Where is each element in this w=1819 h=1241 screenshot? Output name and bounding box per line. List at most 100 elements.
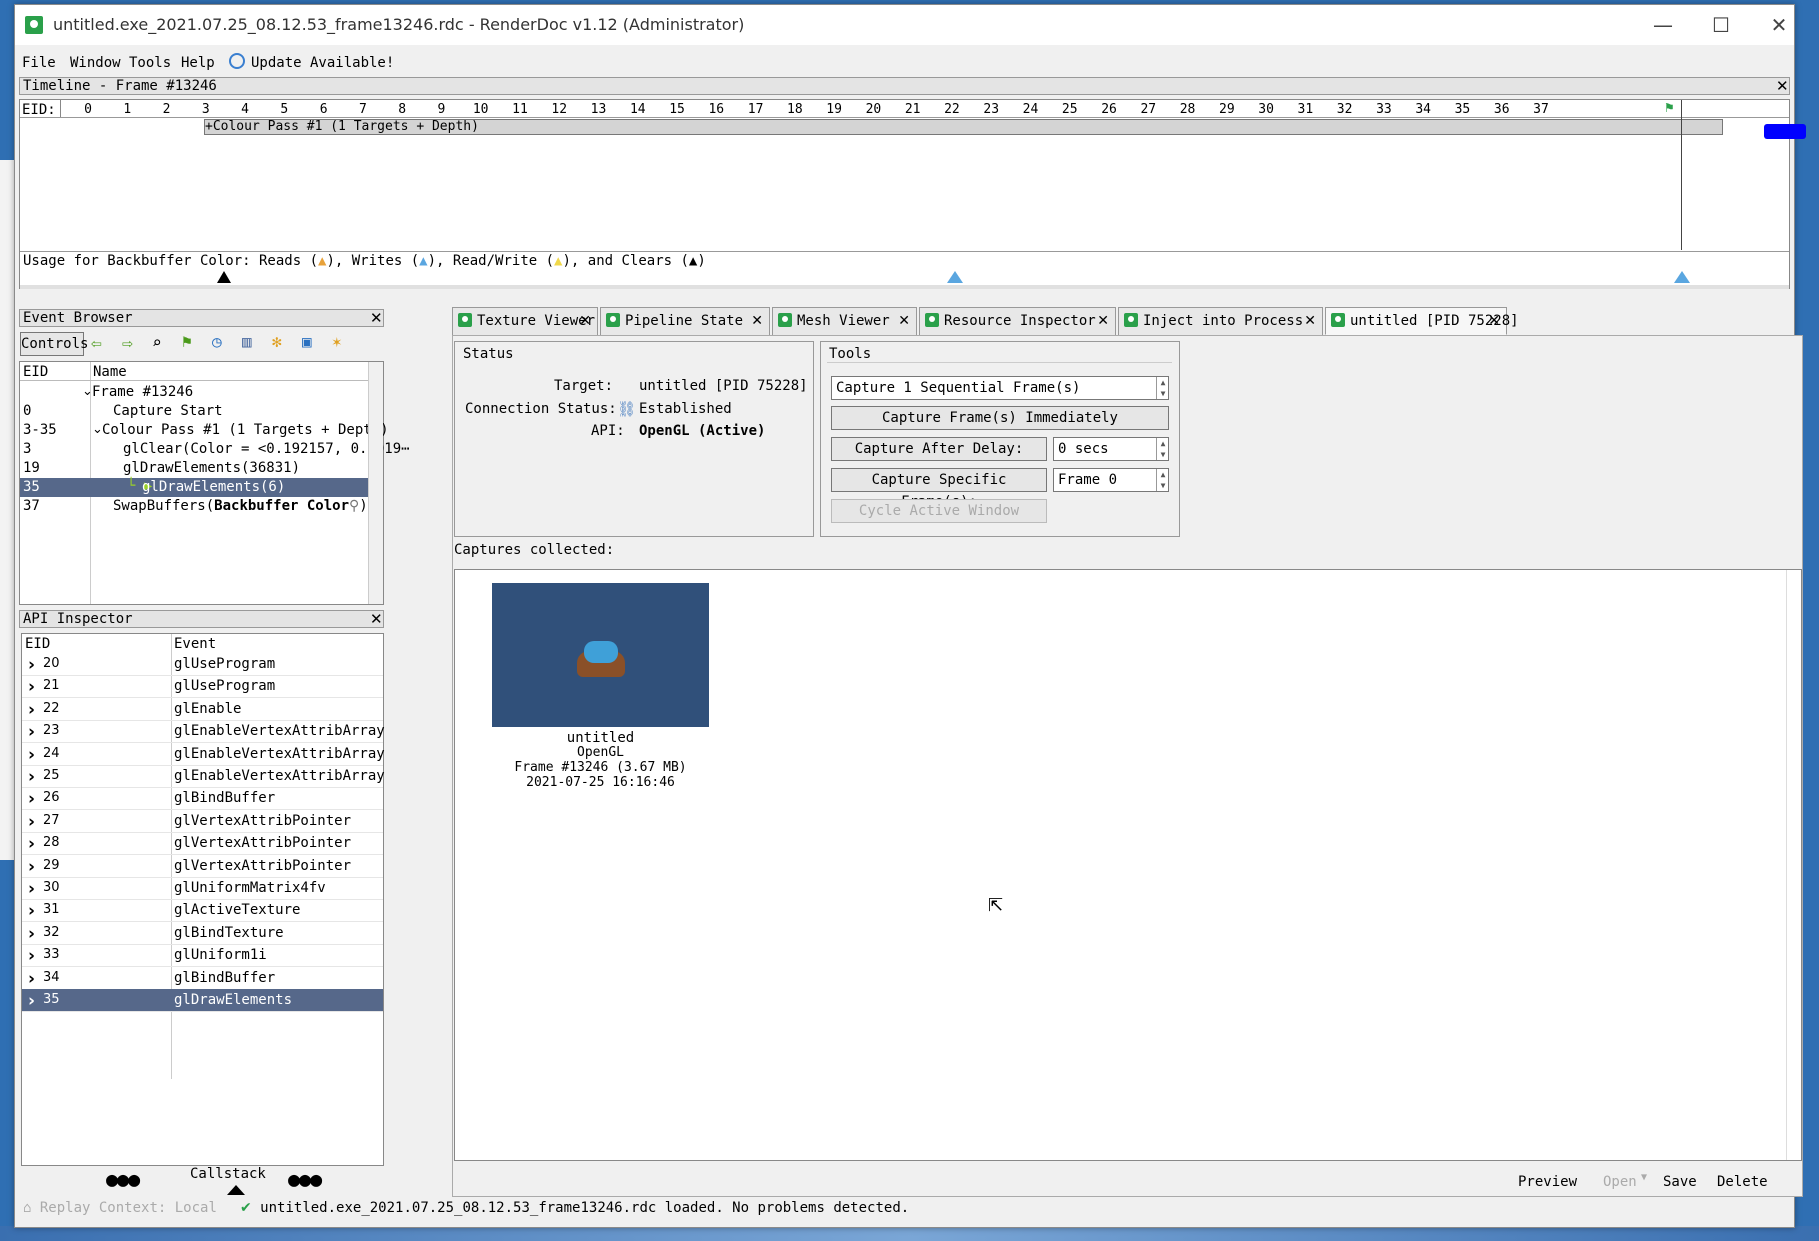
menu-update-available[interactable]: Update Available!	[251, 55, 394, 71]
event-row[interactable]: 0 Capture Start	[20, 402, 370, 421]
api-row[interactable]: › 34 glBindBuffer	[22, 967, 383, 990]
timeline-tick[interactable]: 34	[1413, 102, 1433, 117]
expand-chevron-icon[interactable]: ›	[28, 655, 35, 675]
back-arrow-icon[interactable]: ⇦	[91, 333, 102, 354]
api-row[interactable]: › 33 glUniform1i	[22, 944, 383, 968]
timeline-scrollbar[interactable]	[20, 285, 1789, 289]
capture-specific-frames-button[interactable]: Capture Specific Frame(s):	[831, 468, 1047, 510]
close-tab-icon[interactable]: ✕	[898, 308, 910, 334]
controls-button[interactable]: Controls	[20, 332, 88, 356]
settings-gear-icon[interactable]: ✻	[272, 332, 282, 351]
api-row[interactable]: › 24 glEnableVertexAttribArray	[22, 743, 385, 766]
forward-arrow-icon[interactable]: ⇨	[122, 333, 133, 354]
replay-context-label[interactable]: ⌂ Replay Context: Local	[23, 1200, 217, 1216]
expand-chevron-icon[interactable]: ›	[28, 789, 35, 809]
specific-frame-input[interactable]: Frame 0	[1053, 468, 1169, 492]
timeline-tick[interactable]: 23	[981, 102, 1001, 117]
timeline-tick[interactable]: 20	[863, 102, 883, 117]
event-row[interactable]: ⌄ Frame #13246	[20, 383, 370, 402]
tab-untitled-pid[interactable]: untitled [PID 75228] ✕	[1325, 307, 1519, 335]
event-resource-name[interactable]: Backbuffer Color	[214, 498, 349, 514]
expand-chevron-icon[interactable]: ›	[28, 745, 35, 765]
capture-immediately-button[interactable]: Capture Frame(s) Immediately	[831, 406, 1169, 430]
delete-button[interactable]: Delete	[1717, 1174, 1768, 1190]
api-row[interactable]: › 35 glDrawElements	[22, 989, 383, 1012]
timeline-tick[interactable]: 13	[589, 102, 609, 117]
api-row[interactable]: › 32 glBindTexture	[22, 922, 383, 945]
preview-button[interactable]: Preview	[1518, 1174, 1577, 1190]
callstack-expand-icon[interactable]	[227, 1185, 245, 1195]
timeline-tick[interactable]: 3	[196, 102, 216, 117]
callstack-label[interactable]: Callstack	[190, 1166, 266, 1182]
save-icon[interactable]: ▣	[302, 332, 312, 351]
api-row[interactable]: › 22 glEnable	[22, 698, 383, 721]
cycle-active-window-button[interactable]: Cycle Active Window	[831, 499, 1047, 523]
menu-window[interactable]: Window	[70, 55, 121, 71]
menu-help[interactable]: Help	[181, 55, 215, 71]
api-row[interactable]: › 25 glEnableVertexAttribArray	[22, 765, 385, 788]
close-window-button[interactable]: ✕	[1756, 9, 1802, 41]
event-row[interactable]: 35 └ ▶ glDrawElements(6)	[20, 478, 370, 497]
timeline-tick[interactable]: 18	[785, 102, 805, 117]
close-event-browser-icon[interactable]: ✕	[370, 309, 383, 327]
tab-inject-into-process[interactable]: Inject into Process ✕	[1118, 307, 1323, 335]
specific-frame-spinner[interactable]: ▲ ▼	[1156, 469, 1169, 491]
api-row[interactable]: › 23 glEnableVertexAttribArray	[22, 720, 385, 744]
event-row[interactable]: 3 glClear(Color = <0.192157, 0.3019⋯	[20, 440, 410, 459]
save-button[interactable]: Save	[1663, 1174, 1697, 1190]
expand-chevron-icon[interactable]: ›	[28, 700, 35, 720]
timeline-tick[interactable]: 28	[1178, 102, 1198, 117]
timeline-area[interactable]: EID: 0 1 2 3 4 5 6 7 8 9 10 11 12 13 14 15 16 17 18 19 20 21 2…	[19, 99, 1806, 289]
api-row[interactable]: › 28 glVertexAttribPointer	[22, 832, 383, 856]
sequential-frames-input[interactable]: Capture 1 Sequential Frame(s)	[831, 376, 1169, 400]
timeline-tick[interactable]: 16	[706, 102, 726, 117]
event-row[interactable]: 19 glDrawElements(36831)	[20, 459, 370, 478]
captures-scrollbar[interactable]	[1786, 570, 1801, 1160]
capture-thumbnail[interactable]	[492, 583, 709, 727]
timeline-tick[interactable]: 12	[549, 102, 569, 117]
timeline-tick[interactable]: 14	[628, 102, 648, 117]
api-row[interactable]: › 29 glVertexAttribPointer	[22, 855, 383, 878]
timeline-tick[interactable]: 6	[314, 102, 334, 117]
captures-list[interactable]: untitled OpenGL Frame #13246 (3.67 MB) 2…	[454, 569, 1802, 1161]
timeline-tick[interactable]: 30	[1256, 102, 1276, 117]
statistics-icon[interactable]: ▥	[242, 332, 252, 351]
expand-chevron-icon[interactable]: ›	[28, 901, 35, 921]
event-row[interactable]: 3-35 ⌄ Colour Pass #1 (1 Targets + Depth)	[20, 421, 389, 440]
expand-chevron-icon[interactable]: ›	[28, 946, 35, 966]
bookmark-flag-icon[interactable]: ⚑	[182, 332, 192, 351]
sequential-frames-spinner[interactable]: ▲ ▼	[1156, 377, 1169, 399]
timeline-tick[interactable]: 27	[1138, 102, 1158, 117]
timeline-tick[interactable]: 26	[1099, 102, 1119, 117]
menu-file[interactable]: File	[22, 55, 56, 71]
menu-tools[interactable]: Tools	[129, 55, 171, 71]
timeline-tick[interactable]: 33	[1374, 102, 1394, 117]
timeline-tick[interactable]: 1	[117, 102, 137, 117]
delay-input[interactable]: 0 secs	[1053, 437, 1169, 461]
timeline-tick[interactable]: 37	[1531, 102, 1551, 117]
close-tab-icon[interactable]: ✕	[1097, 308, 1109, 334]
close-tab-icon[interactable]: ✕	[579, 308, 591, 334]
timeline-tick[interactable]: 15	[667, 102, 687, 117]
expand-chevron-icon[interactable]: ›	[28, 767, 35, 787]
timeline-tick[interactable]: 8	[392, 102, 412, 117]
close-api-inspector-icon[interactable]: ✕	[370, 610, 383, 628]
colour-markers-icon[interactable]: ✶	[332, 332, 342, 351]
tab-mesh-viewer[interactable]: Mesh Viewer ✕	[772, 307, 917, 335]
expand-chevron-icon[interactable]: ›	[28, 879, 35, 899]
timeline-tick[interactable]: 9	[431, 102, 451, 117]
timeline-tick[interactable]: 10	[471, 102, 491, 117]
event-browser-scrollbar[interactable]	[368, 362, 383, 604]
api-row[interactable]: › 26 glBindBuffer	[22, 787, 383, 811]
timeline-tick[interactable]: 35	[1452, 102, 1472, 117]
close-timeline-icon[interactable]: ✕	[1776, 77, 1789, 95]
timeline-tick[interactable]: 24	[1020, 102, 1040, 117]
timeline-tick[interactable]: 7	[353, 102, 373, 117]
api-row[interactable]: › 27 glVertexAttribPointer	[22, 810, 383, 833]
tab-texture-viewer[interactable]: Texture Viewer ✕	[452, 307, 598, 335]
open-button[interactable]: Open	[1603, 1174, 1637, 1190]
timeline-tick[interactable]: 31	[1295, 102, 1315, 117]
maximize-button[interactable]: ☐	[1698, 9, 1744, 41]
close-tab-icon[interactable]: ✕	[1488, 308, 1500, 334]
timeline-tick[interactable]: 25	[1060, 102, 1080, 117]
